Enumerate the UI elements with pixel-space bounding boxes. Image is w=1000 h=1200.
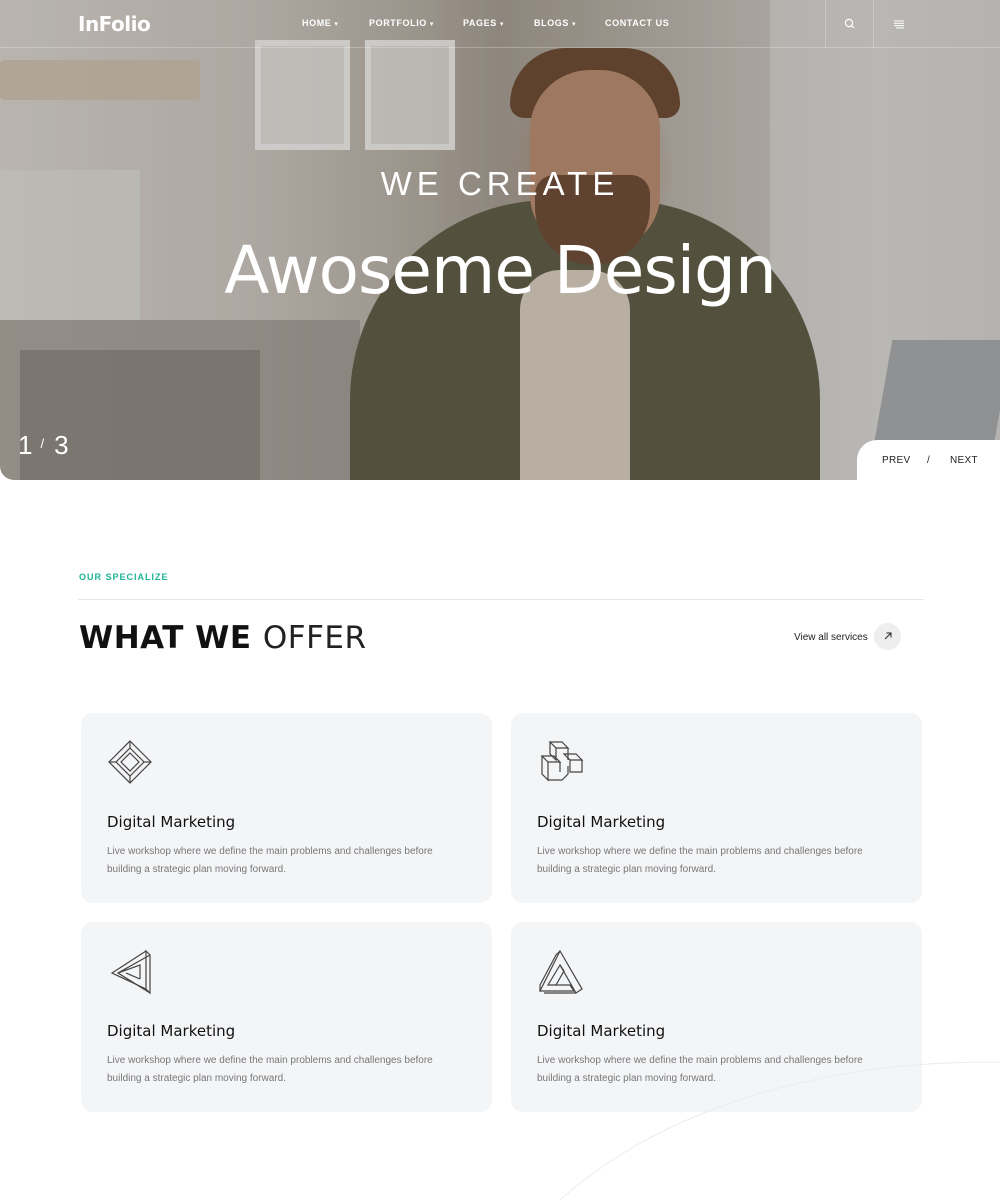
service-card-title: Digital Marketing: [107, 1022, 236, 1040]
cube-frame-icon: [106, 738, 154, 786]
nav-divider: [825, 0, 826, 48]
decorative-curve: [560, 1061, 1000, 1200]
service-card-description: Live workshop where we define the main p…: [537, 846, 863, 875]
service-card[interactable]: Digital Marketing Live workshop where we…: [81, 922, 492, 1112]
slide-current: 1: [18, 430, 33, 460]
service-card-description: Live workshop where we define the main p…: [107, 846, 433, 875]
hero-slider: InFolio HOME ▾ PORTFOLIO ▾ PAGES ▾ BLOGS ▾ C…: [0, 0, 1000, 480]
slider-nav-separator: /: [927, 455, 930, 466]
service-card-title: Digital Marketing: [537, 1022, 666, 1040]
chevron-down-icon: ▾: [572, 21, 577, 28]
section-title: WHAT WE OFFER: [79, 620, 367, 656]
slide-counter: 1 / 3: [18, 430, 69, 461]
nav-divider: [873, 0, 874, 48]
main-navbar: InFolio HOME ▾ PORTFOLIO ▾ PAGES ▾ BLOGS ▾ C…: [0, 0, 1000, 48]
service-card[interactable]: Digital Marketing Live workshop where we…: [81, 713, 492, 903]
interlocked-cube-icon: [536, 738, 584, 786]
menu-icon[interactable]: [892, 17, 906, 31]
section-tag: OUR SPECIALIZE: [79, 572, 169, 582]
slide-total: 3: [54, 430, 69, 460]
slider-nav: PREV / NEXT: [857, 440, 1000, 480]
service-card[interactable]: Digital Marketing Live workshop where we…: [511, 713, 922, 903]
nav-item-label: BLOGS: [534, 18, 570, 28]
nav-item-pages[interactable]: PAGES ▾: [463, 18, 504, 28]
chevron-down-icon: ▾: [499, 21, 504, 28]
next-slide-button[interactable]: NEXT: [950, 455, 978, 466]
hero-title: Awoseme Design: [224, 232, 777, 309]
chevron-down-icon: ▾: [429, 21, 435, 28]
nav-item-label: PORTFOLIO: [369, 18, 427, 28]
impossible-triangle-icon: [106, 947, 154, 995]
slide-counter-separator: /: [40, 436, 45, 451]
penrose-triangle-icon: [536, 947, 584, 995]
chevron-down-icon: ▾: [334, 21, 339, 28]
nav-item-blogs[interactable]: BLOGS ▾: [534, 18, 576, 28]
nav-item-label: HOME: [302, 18, 332, 28]
section-divider: [78, 599, 924, 600]
prev-slide-button[interactable]: PREV: [882, 455, 910, 466]
view-all-services-link[interactable]: View all services: [794, 632, 868, 643]
nav-item-contact-us[interactable]: CONTACT US: [605, 18, 669, 28]
service-card-title: Digital Marketing: [537, 813, 666, 831]
hero-subtitle: WE CREATE: [380, 165, 620, 202]
search-icon[interactable]: [843, 17, 857, 31]
section-title-light: OFFER: [262, 620, 367, 656]
nav-item-label: CONTACT US: [605, 18, 670, 28]
section-title-bold: WHAT WE: [79, 620, 252, 656]
nav-item-home[interactable]: HOME ▾: [302, 18, 339, 28]
nav-item-label: PAGES: [463, 18, 497, 28]
view-all-services-button[interactable]: [874, 623, 901, 650]
nav-item-portfolio[interactable]: PORTFOLIO ▾: [369, 18, 434, 28]
service-card-description: Live workshop where we define the main p…: [107, 1055, 433, 1084]
site-logo[interactable]: InFolio: [78, 12, 151, 36]
service-card-title: Digital Marketing: [107, 813, 236, 831]
arrow-up-right-icon: [883, 628, 893, 646]
